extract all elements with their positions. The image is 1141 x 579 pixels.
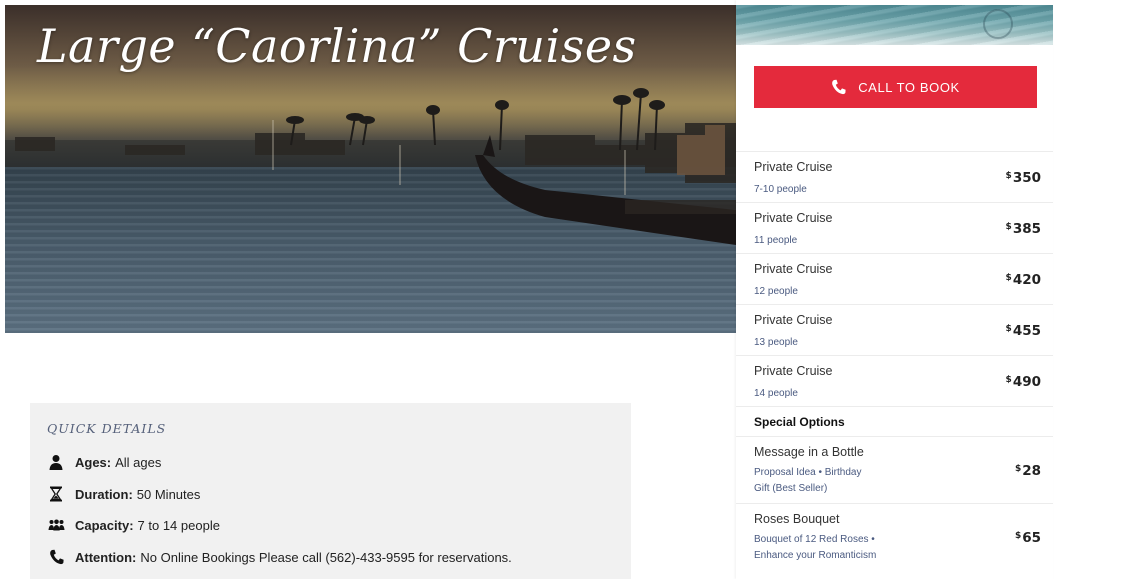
phone-icon <box>47 548 65 566</box>
option-detail: Bouquet of 12 Red Roses • Enhance your R… <box>754 534 877 561</box>
price-row-detail: 14 people <box>754 388 798 399</box>
detail-ages: Ages: All ages <box>47 452 161 472</box>
page-title: Large “Caorlina” Cruises <box>37 19 637 73</box>
hourglass-icon <box>47 485 65 503</box>
detail-value: All ages <box>115 454 162 470</box>
price-row-name: Private Cruise <box>754 160 833 174</box>
price-row-name: Private Cruise <box>754 364 833 378</box>
detail-value: 7 to 14 people <box>137 517 220 533</box>
option-price: $65 <box>1014 530 1041 546</box>
option-price: $28 <box>1014 463 1041 479</box>
price-value: $455 <box>1005 323 1041 339</box>
price-row-name: Private Cruise <box>754 262 833 276</box>
option-row: Roses Bouquet Bouquet of 12 Red Roses • … <box>736 503 1053 570</box>
price-value: $490 <box>1005 374 1041 390</box>
price-list: Private Cruise 7-10 people $350 Private … <box>736 151 1053 570</box>
detail-value: 50 Minutes <box>136 486 201 502</box>
price-row-name: Private Cruise <box>754 211 833 225</box>
detail-label: Ages: <box>75 454 112 470</box>
detail-attention: Attention: No Online Bookings Please cal… <box>47 547 512 567</box>
detail-duration: Duration: 50 Minutes <box>47 484 200 504</box>
option-row: Message in a Bottle Proposal Idea • Birt… <box>736 436 1053 503</box>
booking-area: CALL TO BOOK <box>736 45 1053 151</box>
price-row: Private Cruise 11 people $385 <box>736 202 1053 253</box>
booking-sidebar: CALL TO BOOK Private Cruise 7-10 people … <box>736 0 1053 579</box>
detail-capacity: Capacity: 7 to 14 people <box>47 515 220 535</box>
price-value: $420 <box>1005 272 1041 288</box>
price-row: Private Cruise 13 people $455 <box>736 304 1053 355</box>
option-name: Roses Bouquet <box>754 512 840 526</box>
sidebar-image <box>736 5 1053 45</box>
person-icon <box>47 453 65 471</box>
price-row: Private Cruise 7-10 people $350 <box>736 151 1053 202</box>
quick-details-title: QUICK DETAILS <box>47 421 167 436</box>
price-row-detail: 7-10 people <box>754 184 807 195</box>
special-options-label: Special Options <box>754 415 845 429</box>
price-row-detail: 11 people <box>754 235 798 246</box>
detail-label: Attention: <box>75 549 137 565</box>
special-options-heading: Special Options <box>736 406 1053 436</box>
price-row: Private Cruise 12 people $420 <box>736 253 1053 304</box>
price-row-detail: 12 people <box>754 286 798 297</box>
price-row: Private Cruise 14 people $490 <box>736 355 1053 406</box>
option-name: Message in a Bottle <box>754 445 864 459</box>
water-ripple <box>983 9 1013 39</box>
detail-value: No Online Bookings Please call (562)-433… <box>140 549 512 565</box>
call-to-book-label: CALL TO BOOK <box>858 79 960 95</box>
call-to-book-button[interactable]: CALL TO BOOK <box>754 66 1037 108</box>
price-row-name: Private Cruise <box>754 313 833 327</box>
price-value: $350 <box>1005 170 1041 186</box>
detail-label: Capacity: <box>75 517 134 533</box>
quick-details-panel: QUICK DETAILS Ages: All ages Duration: 5… <box>30 403 631 579</box>
group-icon <box>47 516 65 534</box>
hero-image: Large “Caorlina” Cruises <box>5 5 736 333</box>
price-value: $385 <box>1005 221 1041 237</box>
option-detail: Proposal Idea • Birthday Gift (Best Sell… <box>754 467 862 494</box>
price-row-detail: 13 people <box>754 337 798 348</box>
detail-label: Duration: <box>75 486 133 502</box>
phone-icon <box>831 79 846 95</box>
